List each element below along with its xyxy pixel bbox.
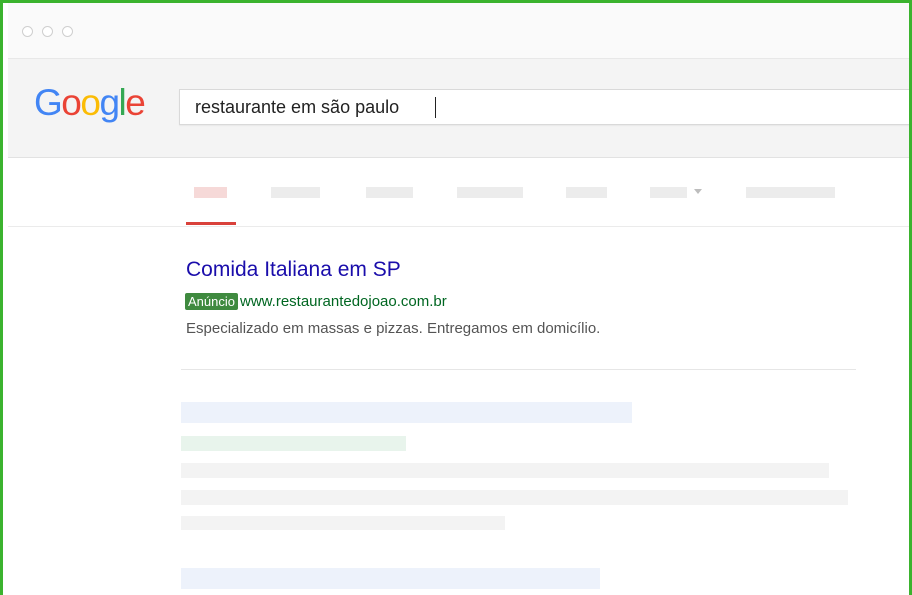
window-close-button[interactable]	[22, 26, 33, 37]
window-minimize-button[interactable]	[42, 26, 53, 37]
placeholder-result-url	[181, 436, 406, 451]
logo-letter: G	[34, 82, 63, 123]
tab-placeholder[interactable]	[457, 187, 523, 198]
tab-all[interactable]	[194, 187, 227, 198]
tab-placeholder[interactable]	[366, 187, 413, 198]
result-divider	[181, 369, 856, 370]
logo-letter: g	[99, 82, 120, 123]
search-box[interactable]	[179, 89, 909, 125]
result-url[interactable]: www.restaurantedojoao.com.br	[240, 293, 447, 311]
browser-window: Google Comida Italiana em SP Anúnciowww.…	[0, 0, 912, 595]
text-cursor	[435, 97, 436, 118]
window-maximize-button[interactable]	[62, 26, 73, 37]
tab-more[interactable]	[650, 187, 687, 198]
tab-placeholder[interactable]	[566, 187, 607, 198]
placeholder-result-title	[181, 568, 600, 589]
active-tab-indicator	[186, 222, 236, 225]
browser-title-bar	[8, 3, 909, 59]
logo-letter: e	[125, 82, 146, 123]
result-url-line: Anúncio www.restaurantedojoao.com.br	[185, 293, 447, 311]
placeholder-result-title	[181, 402, 632, 423]
search-input[interactable]	[195, 90, 875, 124]
logo-letter: o	[80, 82, 101, 123]
ad-badge: Anúncio	[185, 293, 238, 310]
result-snippet: Especializado em massas e pizzas. Entreg…	[186, 320, 601, 337]
tab-placeholder[interactable]	[271, 187, 320, 198]
logo-letter: o	[61, 82, 82, 123]
placeholder-result-snippet-line	[181, 463, 829, 478]
tab-tools[interactable]	[746, 187, 835, 198]
result-title-link[interactable]: Comida Italiana em SP	[186, 258, 401, 282]
google-logo[interactable]: Google	[34, 81, 146, 125]
placeholder-result-snippet-line	[181, 490, 848, 505]
placeholder-result-snippet-line	[181, 516, 505, 530]
google-header: Google	[8, 59, 909, 158]
search-tabs-bar	[8, 158, 909, 227]
caret-down-icon	[694, 189, 702, 194]
